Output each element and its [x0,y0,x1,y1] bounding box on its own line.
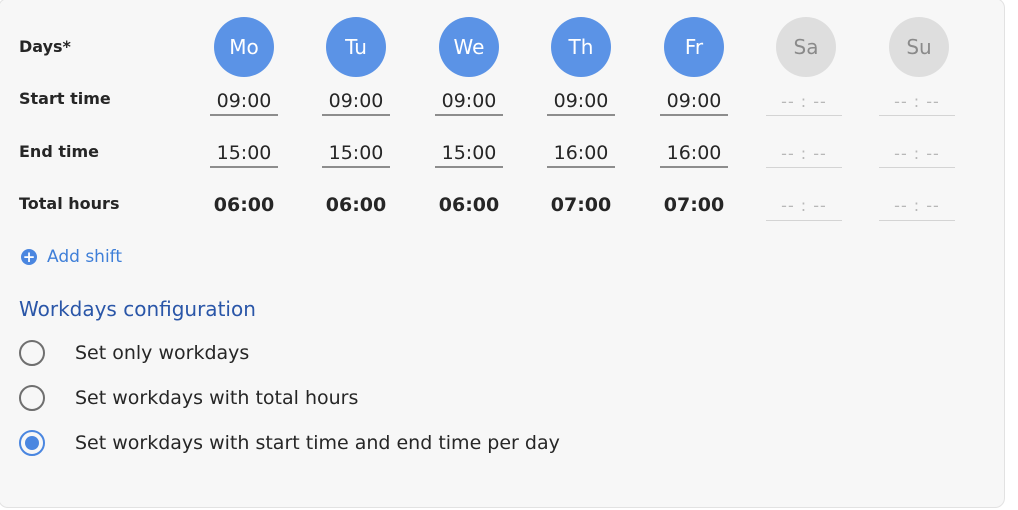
radio-label: Set only workdays [75,342,250,364]
start-time-input[interactable]: 09:00 [322,89,390,116]
total-hours-value: 06:00 [325,194,387,216]
radio-label: Set workdays with total hours [75,387,359,409]
workdays-configuration-title: Workdays configuration [19,297,256,321]
day-toggle-su[interactable]: Su [889,17,949,77]
radio-unchecked-icon[interactable] [19,340,45,366]
schedule-panel: Days* Start time End time Total hours Mo… [0,0,1005,508]
total-hours-value: 06:00 [213,194,275,216]
radio-unchecked-icon[interactable] [19,385,45,411]
day-toggle-tu[interactable]: Tu [326,17,386,77]
total-hours-value: -- : -- [879,193,955,221]
start-time-input[interactable]: 09:00 [547,89,615,116]
workdays-option-2[interactable]: Set workdays with total hours [19,385,358,411]
end-time-label: End time [19,142,99,161]
day-toggle-th[interactable]: Th [551,17,611,77]
total-hours-value: 07:00 [663,194,725,216]
end-time-input[interactable]: 15:00 [322,141,390,168]
end-time-input[interactable]: -- : -- [766,141,842,168]
days-label: Days* [19,37,71,56]
end-time-input[interactable]: -- : -- [879,141,955,168]
radio-label: Set workdays with start time and end tim… [75,432,560,454]
day-toggle-mo[interactable]: Mo [214,17,274,77]
start-time-input[interactable]: 09:00 [660,89,728,116]
end-time-input[interactable]: 16:00 [660,141,728,168]
radio-dot [25,436,39,450]
add-shift-label: Add shift [47,247,123,267]
day-toggle-sa[interactable]: Sa [776,17,836,77]
start-time-input[interactable]: 09:00 [210,89,278,116]
page: Days* Start time End time Total hours Mo… [0,0,1018,510]
end-time-input[interactable]: 16:00 [547,141,615,168]
radio-checked-icon[interactable] [19,430,45,456]
workdays-option-3[interactable]: Set workdays with start time and end tim… [19,430,560,456]
total-hours-value: -- : -- [766,193,842,221]
end-time-input[interactable]: 15:00 [435,141,503,168]
total-hours-value: 07:00 [550,194,612,216]
start-time-input[interactable]: -- : -- [879,89,955,116]
workdays-option-1[interactable]: Set only workdays [19,340,249,366]
start-time-input[interactable]: 09:00 [435,89,503,116]
start-time-input[interactable]: -- : -- [766,89,842,116]
day-toggle-we[interactable]: We [439,17,499,77]
plus-circle-icon: + [21,248,37,266]
day-toggle-fr[interactable]: Fr [664,17,724,77]
add-shift-button[interactable]: + Add shift [21,247,122,267]
total-hours-value: 06:00 [438,194,500,216]
total-hours-label: Total hours [19,194,120,213]
end-time-input[interactable]: 15:00 [210,141,278,168]
start-time-label: Start time [19,89,111,108]
